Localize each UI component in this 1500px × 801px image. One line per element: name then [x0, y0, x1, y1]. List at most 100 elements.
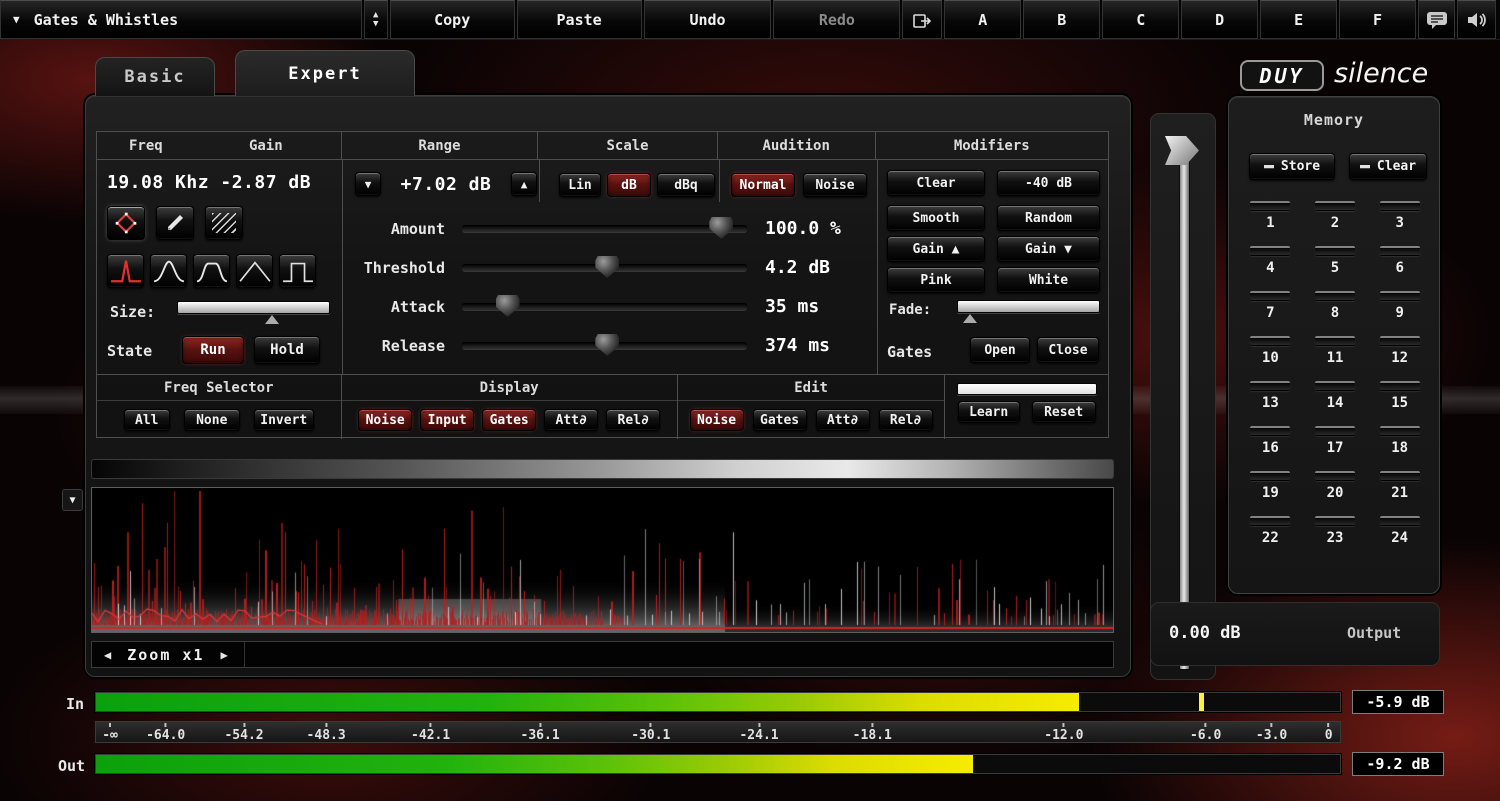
gates-open-button[interactable]: Open: [970, 337, 1030, 363]
redo-button[interactable]: Redo: [773, 0, 900, 39]
memory-slot-button[interactable]: [1380, 381, 1420, 391]
memory-slot-button[interactable]: [1315, 426, 1355, 436]
memory-store-button[interactable]: Store: [1249, 153, 1335, 180]
amount-slider-knob[interactable]: [709, 217, 733, 239]
zoom-next-button[interactable]: ▶: [216, 648, 231, 662]
preset-selector[interactable]: ▼ Gates & Whistles: [0, 0, 362, 39]
audition-noise-button[interactable]: Noise: [803, 173, 867, 197]
memory-slot-button[interactable]: [1380, 336, 1420, 346]
memory-slot-button[interactable]: [1380, 516, 1420, 526]
modifier-white-button[interactable]: White: [997, 267, 1100, 293]
tab-expert[interactable]: Expert: [235, 50, 415, 96]
slot-e-button[interactable]: E: [1260, 0, 1337, 39]
memory-slot-button[interactable]: [1315, 291, 1355, 301]
paste-button[interactable]: Paste: [517, 0, 642, 39]
slot-b-button[interactable]: B: [1023, 0, 1100, 39]
release-slider-knob[interactable]: [595, 334, 619, 356]
slot-d-button[interactable]: D: [1181, 0, 1258, 39]
edit-noise-button[interactable]: Noise: [690, 409, 744, 431]
memory-slot-button[interactable]: [1315, 246, 1355, 256]
memory-slot-button[interactable]: [1250, 381, 1290, 391]
modifier-gain-up-button[interactable]: Gain ▲: [887, 236, 985, 262]
threshold-slider-knob[interactable]: [595, 256, 619, 278]
memory-slot-button[interactable]: [1250, 516, 1290, 526]
tab-basic[interactable]: Basic: [95, 57, 215, 96]
memory-slot-button[interactable]: [1380, 426, 1420, 436]
memory-slot-number: 15: [1374, 395, 1425, 411]
edit-rel-button[interactable]: Rel∂: [879, 409, 933, 431]
threshold-slider-track[interactable]: [462, 264, 747, 271]
memory-slot-button[interactable]: [1380, 201, 1420, 211]
memory-slot-number: 13: [1245, 395, 1296, 411]
memory-slot: 24: [1374, 516, 1425, 546]
memory-slot-button[interactable]: [1250, 471, 1290, 481]
slot-a-button[interactable]: A: [944, 0, 1021, 39]
memory-slot-button[interactable]: [1250, 291, 1290, 301]
display-rel-button[interactable]: Rel∂: [606, 409, 660, 431]
modifier-smooth-button[interactable]: Smooth: [887, 205, 985, 231]
display-noise-button[interactable]: Noise: [358, 409, 412, 431]
modifier-clear-button[interactable]: Clear: [887, 170, 985, 196]
memory-slot-button[interactable]: [1315, 381, 1355, 391]
memory-slot-button[interactable]: [1380, 471, 1420, 481]
spectrum-scroll-marker[interactable]: ▼: [62, 489, 83, 511]
fade-slider-handle[interactable]: [963, 314, 977, 323]
attack-slider-knob[interactable]: [496, 295, 520, 317]
freq-all-button[interactable]: All: [124, 409, 170, 431]
slot-c-button[interactable]: C: [1102, 0, 1179, 39]
memory-slot-button[interactable]: [1250, 426, 1290, 436]
freq-invert-button[interactable]: Invert: [254, 409, 314, 431]
spectrum-canvas[interactable]: [92, 488, 1113, 632]
volume-button[interactable]: [1457, 0, 1496, 39]
modifier-minus40-button[interactable]: -40 dB: [997, 170, 1100, 196]
display-att-button[interactable]: Att∂: [544, 409, 598, 431]
amount-label: Amount: [347, 214, 445, 244]
slot-f-button[interactable]: F: [1339, 0, 1416, 39]
export-button[interactable]: [902, 0, 942, 39]
reset-button[interactable]: Reset: [1032, 401, 1096, 423]
copy-button[interactable]: Copy: [390, 0, 515, 39]
scale-db-button[interactable]: dB: [607, 173, 651, 197]
up-arrow-icon: ▲: [521, 178, 528, 191]
memory-slot-button[interactable]: [1315, 336, 1355, 346]
memory-slot-button[interactable]: [1315, 471, 1355, 481]
range-down-button[interactable]: ▼: [355, 172, 381, 196]
fade-slider[interactable]: [957, 300, 1100, 313]
divider: [244, 642, 245, 667]
memory-slot-button[interactable]: [1315, 201, 1355, 211]
edit-att-button[interactable]: Att∂: [816, 409, 870, 431]
spectrum-display[interactable]: [91, 487, 1114, 633]
modifier-random-button[interactable]: Random: [997, 205, 1100, 231]
amount-slider-track[interactable]: [462, 225, 747, 232]
output-fader-handle[interactable]: [1165, 136, 1199, 165]
freq-none-button[interactable]: None: [184, 409, 240, 431]
scale-dbq-button[interactable]: dBq: [657, 173, 715, 197]
display-gates-button[interactable]: Gates: [482, 409, 536, 431]
zoom-prev-button[interactable]: ◀: [100, 648, 115, 662]
memory-slot-button[interactable]: [1250, 246, 1290, 256]
range-up-button[interactable]: ▲: [511, 172, 537, 196]
memory-slot-button[interactable]: [1380, 246, 1420, 256]
comment-button[interactable]: [1418, 0, 1455, 39]
audition-normal-button[interactable]: Normal: [731, 173, 795, 197]
memory-slot-number: 11: [1310, 350, 1361, 366]
undo-button[interactable]: Undo: [644, 0, 772, 39]
release-slider-track[interactable]: [462, 342, 747, 349]
memory-slot-button[interactable]: [1315, 516, 1355, 526]
output-fader-track[interactable]: [1179, 160, 1190, 670]
learn-button[interactable]: Learn: [958, 401, 1020, 423]
zoom-level-label: Zoom x1: [127, 646, 204, 664]
preset-stepper[interactable]: ▲▼: [364, 0, 388, 39]
memory-slot-button[interactable]: [1250, 336, 1290, 346]
modifier-gain-down-button[interactable]: Gain ▼: [997, 236, 1100, 262]
attack-slider-track[interactable]: [462, 303, 747, 310]
display-input-button[interactable]: Input: [420, 409, 474, 431]
edit-gates-button[interactable]: Gates: [753, 409, 807, 431]
modifier-pink-button[interactable]: Pink: [887, 267, 985, 293]
output-strip: 0.00 dB Output: [1150, 602, 1440, 666]
memory-slot-button[interactable]: [1380, 291, 1420, 301]
memory-clear-button[interactable]: Clear: [1349, 153, 1427, 180]
gates-close-button[interactable]: Close: [1037, 337, 1099, 363]
memory-slot-button[interactable]: [1250, 201, 1290, 211]
scale-lin-button[interactable]: Lin: [559, 173, 601, 197]
